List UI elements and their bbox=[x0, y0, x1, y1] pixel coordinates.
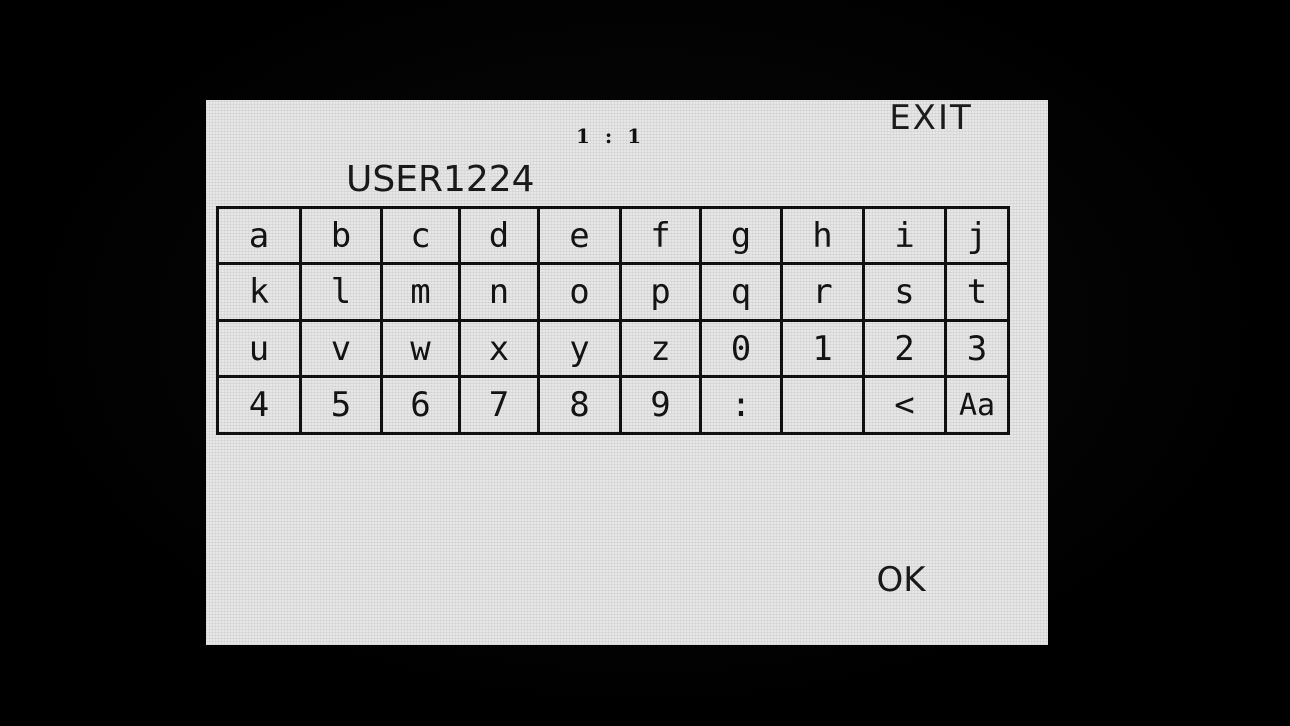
key-g[interactable]: g bbox=[702, 209, 783, 265]
case-toggle-key[interactable]: Aa bbox=[947, 378, 1010, 435]
key-s[interactable]: s bbox=[865, 265, 947, 322]
key-e[interactable]: e bbox=[540, 209, 622, 265]
key-l[interactable]: l bbox=[302, 265, 383, 322]
key-n[interactable]: n bbox=[461, 265, 540, 322]
key-2[interactable]: 2 bbox=[865, 322, 947, 378]
key-v[interactable]: v bbox=[302, 322, 383, 378]
lcd-screen: EXIT 1 : 1 USER1224 abcdefghij klmnopqrst… bbox=[206, 100, 1048, 645]
key-w[interactable]: w bbox=[383, 322, 461, 378]
key-5[interactable]: 5 bbox=[302, 378, 383, 435]
key-6[interactable]: 6 bbox=[383, 378, 461, 435]
key-q[interactable]: q bbox=[702, 265, 783, 322]
key-x[interactable]: x bbox=[461, 322, 540, 378]
key-a[interactable]: a bbox=[219, 209, 302, 265]
key-colon[interactable]: : bbox=[702, 378, 783, 435]
key-f[interactable]: f bbox=[622, 209, 702, 265]
exit-button[interactable]: EXIT bbox=[856, 100, 1006, 140]
on-screen-keyboard: abcdefghij klmnopqrst uvwxyz0123 456789: < A… bbox=[216, 206, 1010, 435]
key-o[interactable]: o bbox=[540, 265, 622, 322]
name-entry-header: EXIT 1 : 1 USER1224 bbox=[206, 100, 1048, 208]
name-input-field[interactable]: USER1224 bbox=[346, 158, 535, 202]
key-h[interactable]: h bbox=[783, 209, 865, 265]
key-3[interactable]: 3 bbox=[947, 322, 1010, 378]
key-i[interactable]: i bbox=[865, 209, 947, 265]
key-7[interactable]: 7 bbox=[461, 378, 540, 435]
key-m[interactable]: m bbox=[383, 265, 461, 322]
key-c[interactable]: c bbox=[383, 209, 461, 265]
key-r[interactable]: r bbox=[783, 265, 865, 322]
key-p[interactable]: p bbox=[622, 265, 702, 322]
key-0[interactable]: 0 bbox=[702, 322, 783, 378]
key-y[interactable]: y bbox=[540, 322, 622, 378]
key-u[interactable]: u bbox=[219, 322, 302, 378]
key-b[interactable]: b bbox=[302, 209, 383, 265]
key-space[interactable] bbox=[783, 378, 865, 435]
key-z[interactable]: z bbox=[622, 322, 702, 378]
cursor-position-readout: 1 : 1 bbox=[576, 124, 646, 148]
backspace-key[interactable]: < bbox=[865, 378, 947, 435]
key-j[interactable]: j bbox=[947, 209, 1010, 265]
key-1[interactable]: 1 bbox=[783, 322, 865, 378]
key-9[interactable]: 9 bbox=[622, 378, 702, 435]
ok-button[interactable]: OK bbox=[846, 555, 956, 605]
key-4[interactable]: 4 bbox=[219, 378, 302, 435]
key-k[interactable]: k bbox=[219, 265, 302, 322]
key-d[interactable]: d bbox=[461, 209, 540, 265]
key-t[interactable]: t bbox=[947, 265, 1010, 322]
key-8[interactable]: 8 bbox=[540, 378, 622, 435]
